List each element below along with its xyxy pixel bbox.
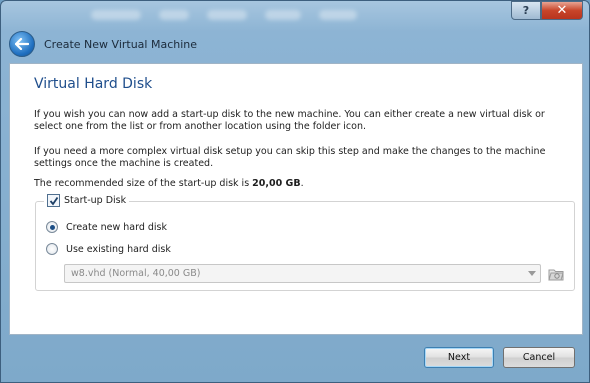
wizard-footer: Next Cancel <box>1 337 589 383</box>
existing-disk-value: w8.vhd (Normal, 40,00 GB) <box>71 268 201 279</box>
next-button[interactable]: Next <box>424 347 494 368</box>
create-new-disk-option[interactable]: Create new hard disk <box>46 221 167 233</box>
advanced-paragraph: If you need a more complex virtual disk … <box>34 146 546 169</box>
back-button[interactable] <box>9 31 35 57</box>
wizard-page: Virtual Hard Disk If you wish you can no… <box>9 63 583 335</box>
close-button[interactable]: ✕ <box>541 1 583 20</box>
arrow-left-icon <box>15 38 29 50</box>
help-button[interactable]: ? <box>511 1 541 20</box>
choose-disk-folder-button[interactable] <box>546 264 566 283</box>
checkmark-icon <box>49 196 58 205</box>
startup-disk-label: Start-up Disk <box>64 195 127 206</box>
wizard-header: Create New Virtual Machine <box>9 29 197 59</box>
radio-selected-dot <box>49 224 55 230</box>
existing-disk-select[interactable]: w8.vhd (Normal, 40,00 GB) <box>64 264 541 283</box>
cancel-button[interactable]: Cancel <box>503 347 575 368</box>
wizard-window: ? ✕ Create New Virtual Machine Virtual H… <box>0 0 590 383</box>
use-existing-disk-option[interactable]: Use existing hard disk <box>46 243 171 255</box>
intro-paragraph: If you wish you can now add a start-up d… <box>34 109 545 132</box>
startup-disk-group: Start-up Disk Create new hard disk Use e… <box>35 194 575 291</box>
create-new-disk-radio[interactable] <box>46 221 58 233</box>
chevron-down-icon <box>528 271 536 276</box>
create-new-disk-label: Create new hard disk <box>66 221 167 233</box>
startup-disk-checkbox[interactable] <box>47 194 60 207</box>
use-existing-disk-label: Use existing hard disk <box>66 243 171 255</box>
blurred-background <box>91 7 511 21</box>
folder-icon <box>548 269 564 280</box>
title-bar: ? ✕ <box>1 1 589 27</box>
recommended-size-value: 20,00 GB <box>252 178 301 189</box>
recommended-prefix: The recommended size of the start-up dis… <box>34 178 253 189</box>
startup-disk-legend: Start-up Disk <box>44 194 130 207</box>
use-existing-disk-radio[interactable] <box>46 243 58 255</box>
window-title: Create New Virtual Machine <box>44 37 198 51</box>
recommended-suffix: . <box>300 178 304 189</box>
page-title: Virtual Hard Disk <box>34 76 153 92</box>
recommended-size-text: The recommended size of the start-up dis… <box>34 178 574 190</box>
